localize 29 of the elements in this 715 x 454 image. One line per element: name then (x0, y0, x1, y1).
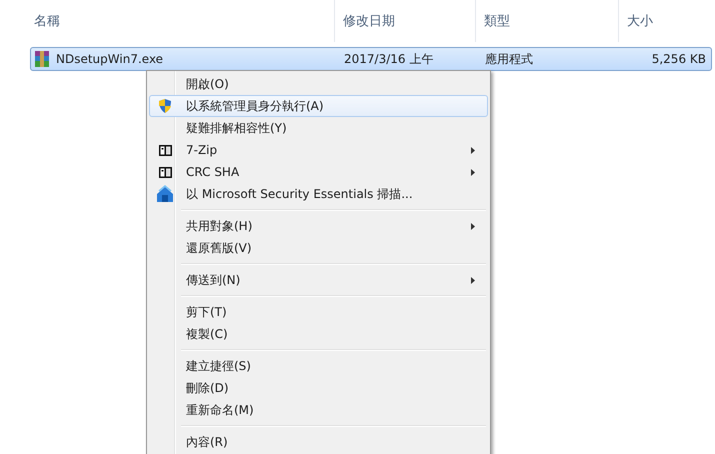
archive-icon (158, 166, 172, 178)
menu-item[interactable]: 刪除(D) (149, 377, 488, 399)
menu-item[interactable]: 內容(R) (149, 431, 488, 453)
file-size: 5,256 KB (650, 52, 707, 66)
menu-item[interactable]: 以 Microsoft Security Essentials 掃描... (149, 183, 488, 205)
menu-item[interactable]: 剪下(T) (149, 301, 488, 323)
file-type: 應用程式 (484, 50, 534, 68)
archive-icon (158, 144, 172, 156)
menu-item[interactable]: 以系統管理員身分執行(A) (149, 95, 488, 117)
file-row[interactable]: NDsetupWin7.exe 2017/3/16 上午 應用程式 5,256 KB (30, 47, 712, 71)
file-name: NDsetupWin7.exe (56, 52, 164, 66)
menu-item[interactable]: CRC SHA (149, 161, 488, 183)
menu-item[interactable]: 還原舊版(V) (149, 237, 488, 259)
column-header[interactable]: 修改日期 (335, 0, 476, 42)
menu-item[interactable]: 疑難排解相容性(Y) (149, 117, 488, 139)
shield-icon (157, 98, 173, 114)
house-shield-icon (156, 185, 174, 203)
column-header[interactable]: 類型 (476, 0, 619, 42)
archive-file-icon (33, 50, 51, 68)
column-header[interactable]: 大小 (619, 0, 711, 42)
menu-item[interactable]: 複製(C) (149, 323, 488, 345)
menu-item[interactable]: 建立捷徑(S) (149, 355, 488, 377)
menu-item[interactable]: 重新命名(M) (149, 399, 488, 421)
menu-item[interactable]: 7-Zip (149, 139, 488, 161)
menu-item[interactable]: 開啟(O) (149, 73, 488, 95)
column-header[interactable]: 名稱 (30, 0, 335, 42)
file-date: 2017/3/16 上午 (343, 50, 434, 68)
menu-item[interactable]: 傳送到(N) (149, 269, 488, 291)
menu-item[interactable]: 共用對象(H) (149, 215, 488, 237)
